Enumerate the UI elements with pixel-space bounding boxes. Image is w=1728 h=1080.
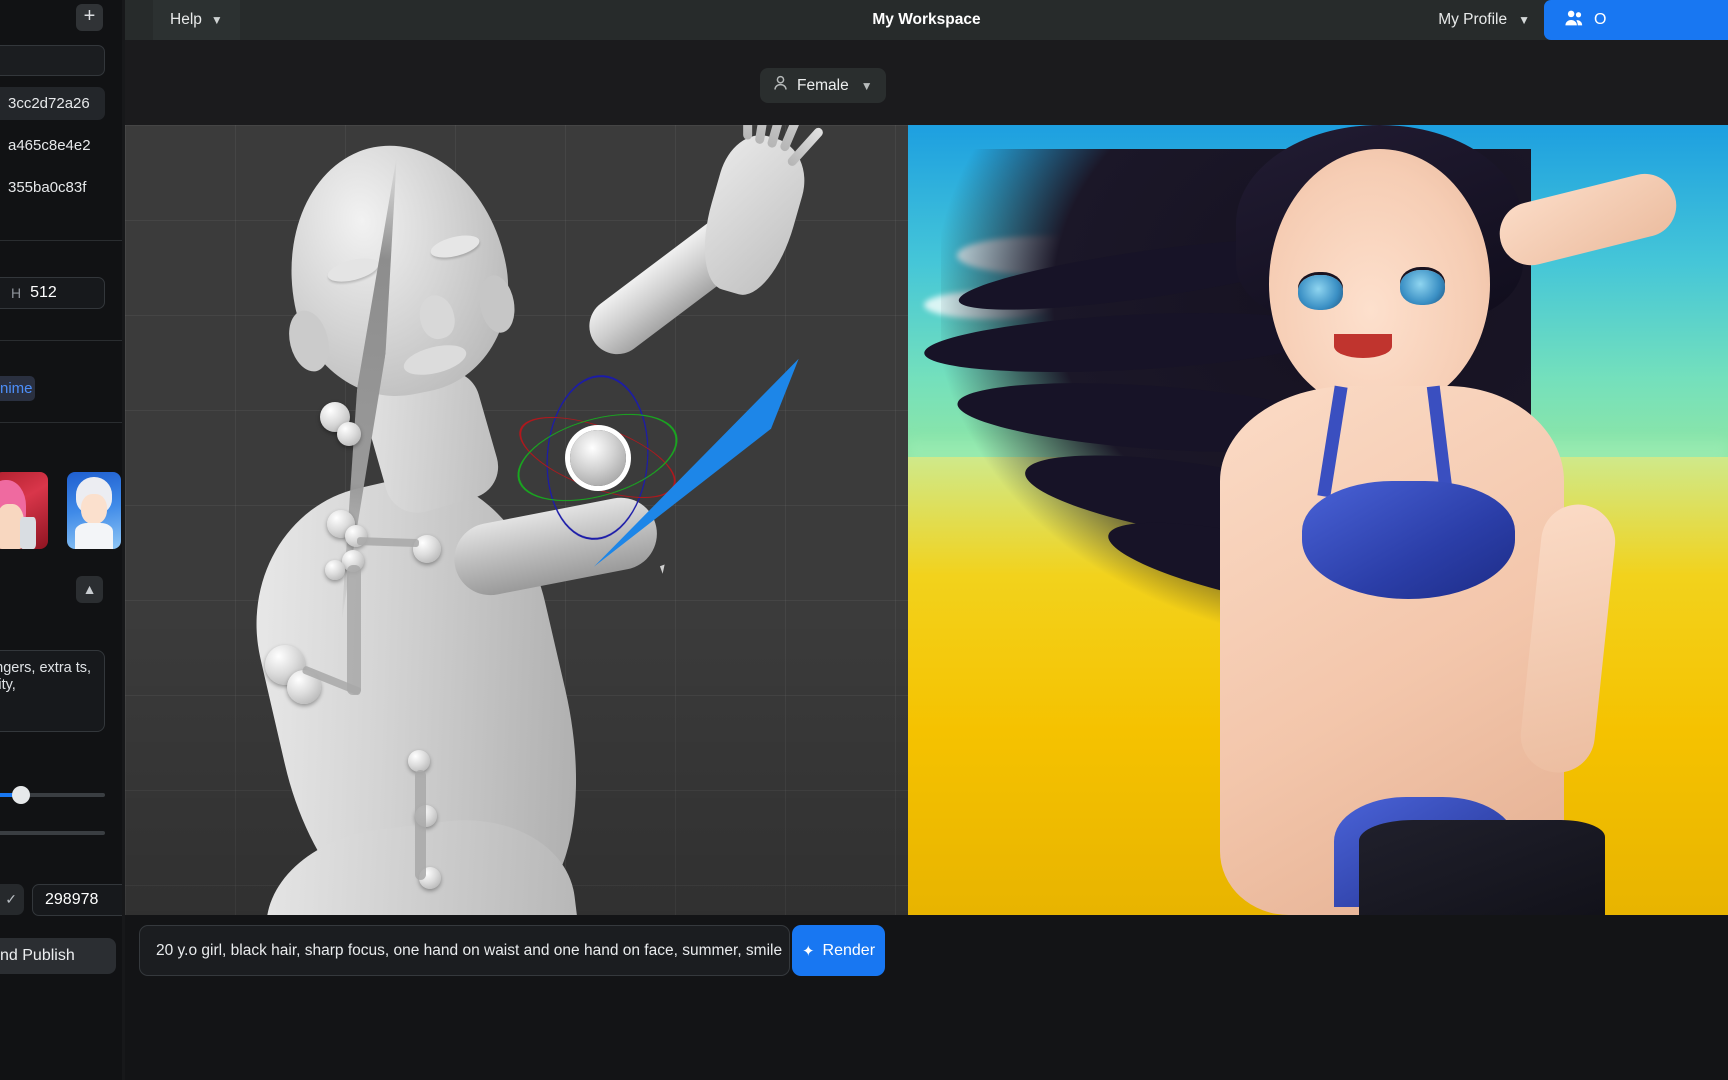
slider-1[interactable]: [0, 786, 105, 804]
model-thumbnail-1[interactable]: [0, 472, 48, 549]
sub-toolbar: Female ▼: [125, 40, 1728, 125]
left-sidebar: + 3cc2d72a26 a465c8e4e2 355ba0c83f H 512…: [0, 0, 122, 1080]
rotation-gizmo[interactable]: [507, 375, 680, 540]
height-field[interactable]: H 512: [0, 277, 105, 309]
character-eye-left: [1297, 275, 1343, 310]
prompt-bar: 20 y.o girl, black hair, sharp focus, on…: [125, 915, 1728, 1080]
render-preview[interactable]: [908, 125, 1728, 915]
add-session-button[interactable]: +: [76, 4, 103, 31]
character-legging: [1359, 820, 1605, 915]
chevron-down-icon: ▼: [210, 13, 223, 27]
community-button[interactable]: O: [1544, 0, 1728, 40]
slider-2[interactable]: [0, 831, 105, 835]
model-thumbnail-2[interactable]: [67, 472, 121, 549]
app-root: + 3cc2d72a26 a465c8e4e2 355ba0c83f H 512…: [0, 0, 1728, 1080]
seed-lock-checkbox[interactable]: ✓: [0, 884, 24, 915]
chevron-down-icon: ▼: [860, 78, 873, 93]
help-menu-label: Help: [170, 11, 202, 28]
history-item-3[interactable]: 355ba0c83f: [0, 171, 105, 204]
sidebar-divider-1: [0, 240, 122, 241]
character-head: [1268, 148, 1491, 410]
sidebar-search-input[interactable]: [0, 45, 105, 76]
pose-viewport-3d[interactable]: [125, 125, 908, 915]
people-icon: [1564, 9, 1584, 32]
render-button-label: Render: [822, 941, 876, 959]
profile-menu-button[interactable]: My Profile ▼: [1424, 0, 1544, 40]
sidebar-divider-2: [0, 340, 122, 341]
collapse-section-button[interactable]: ▲: [76, 576, 103, 603]
height-label: H: [11, 285, 22, 301]
profile-menu-label: My Profile: [1438, 11, 1508, 28]
style-tag-anime[interactable]: nime: [0, 376, 35, 401]
chevron-down-icon: ▼: [1518, 13, 1530, 27]
bone-spine: [347, 565, 361, 695]
gender-select[interactable]: Female ▼: [760, 68, 886, 103]
gizmo-center-joint[interactable]: [570, 430, 626, 486]
character-top: [1301, 480, 1515, 599]
prompt-input[interactable]: 20 y.o girl, black hair, sharp focus, on…: [139, 925, 790, 976]
sparkles-icon: ✦: [801, 942, 815, 960]
sidebar-add-row: +: [0, 0, 122, 34]
joint-jaw[interactable]: [337, 422, 361, 446]
rendered-image: [908, 125, 1728, 915]
negative-prompt-input[interactable]: ad hands, text, ngers, extra ts, cropped…: [0, 650, 105, 732]
help-menu-button[interactable]: Help ▼: [153, 0, 240, 40]
character-eye-right: [1400, 270, 1446, 306]
joint-spine-2[interactable]: [325, 560, 345, 580]
gender-select-label: Female: [797, 76, 849, 94]
history-item-2[interactable]: a465c8e4e2: [0, 129, 105, 162]
render-button[interactable]: ✦ Render: [792, 925, 885, 976]
history-item-1[interactable]: 3cc2d72a26: [0, 87, 105, 120]
seed-input[interactable]: 298978: [32, 884, 122, 916]
community-button-label: O: [1594, 11, 1607, 28]
sidebar-divider-3: [0, 422, 122, 423]
joint-spine-3[interactable]: [408, 750, 430, 772]
save-and-publish-button[interactable]: nd Publish: [0, 938, 116, 974]
bone-lower-spine: [415, 770, 426, 880]
height-value: 512: [30, 284, 57, 301]
person-icon: [773, 75, 788, 96]
top-bar: Help ▼ My Workspace My Profile ▼ O: [125, 0, 1728, 40]
